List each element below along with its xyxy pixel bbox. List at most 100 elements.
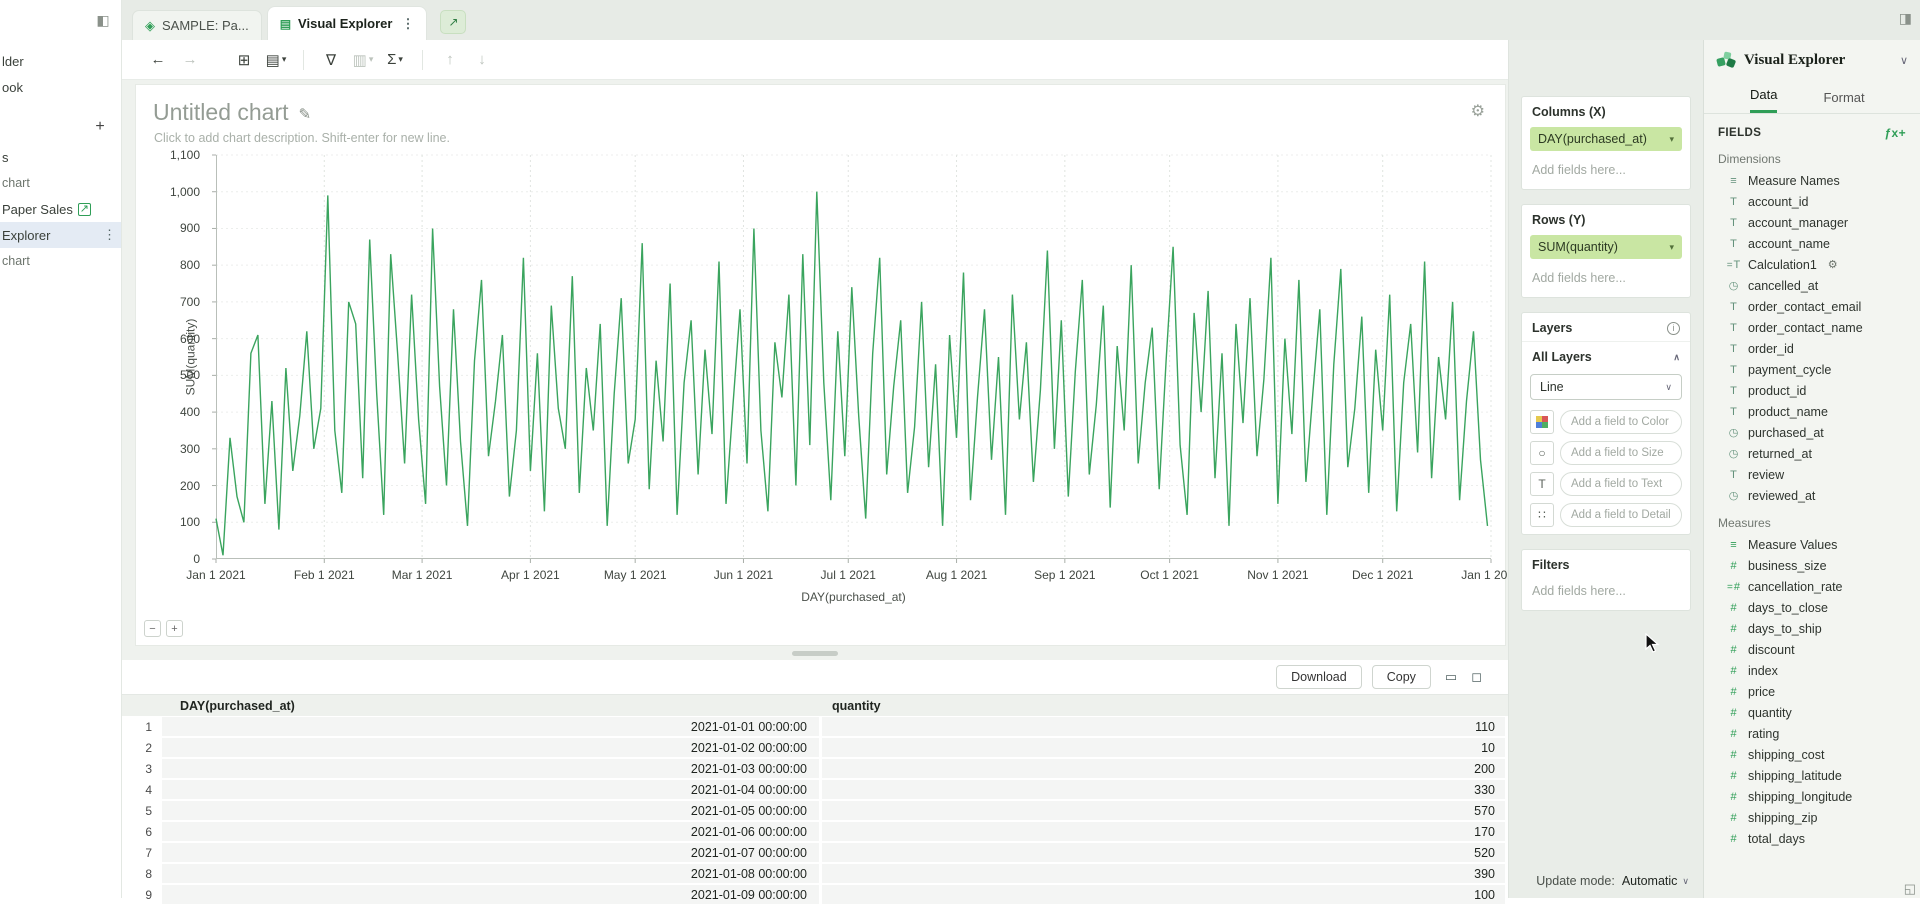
filter-button[interactable]: ∇ [317, 46, 345, 74]
shelf-color-input[interactable]: Add a field to Color [1560, 410, 1682, 434]
zoom-in-button[interactable]: + [166, 620, 183, 637]
field-item[interactable]: Taccount_name [1704, 233, 1920, 254]
table-row[interactable]: 42021-01-04 00:00:00330 [122, 779, 1508, 800]
table-row[interactable]: 92021-01-09 00:00:00100 [122, 884, 1508, 905]
cell-quantity[interactable]: 520 [822, 843, 1505, 862]
field-item[interactable]: Taccount_id [1704, 191, 1920, 212]
table-row[interactable]: 62021-01-06 00:00:00170 [122, 821, 1508, 842]
columns-add-fields[interactable]: Add fields here... [1522, 157, 1690, 189]
sidebar-item[interactable]: lder [0, 48, 121, 74]
tab-visual-explorer[interactable]: ▤ Visual Explorer ⋮ [268, 7, 427, 40]
kebab-icon[interactable]: ⋮ [401, 16, 414, 32]
column-header-quantity[interactable]: quantity [822, 699, 1508, 713]
download-button[interactable]: Download [1276, 665, 1362, 689]
field-item[interactable]: Taccount_manager [1704, 212, 1920, 233]
chevron-up-icon[interactable]: ∧ [1673, 352, 1680, 363]
back-button[interactable]: ← [144, 46, 172, 74]
tab-sample-paper-sales[interactable]: ◈ SAMPLE: Pa... [132, 10, 262, 40]
aggregate-button[interactable]: Σ ▾ [381, 46, 409, 74]
forward-button[interactable]: → [176, 46, 204, 74]
bottom-right-icon[interactable]: ◱ [1904, 881, 1916, 897]
field-item[interactable]: ≡Measure Names [1704, 170, 1920, 191]
table-row[interactable]: 52021-01-05 00:00:00570 [122, 800, 1508, 821]
field-item[interactable]: #days_to_ship [1704, 618, 1920, 639]
columns-pill[interactable]: DAY(purchased_at) ▾ [1530, 127, 1682, 151]
field-item[interactable]: ◷reviewed_at [1704, 485, 1920, 506]
table-row[interactable]: 72021-01-07 00:00:00520 [122, 842, 1508, 863]
cell-date[interactable]: 2021-01-03 00:00:00 [162, 759, 819, 778]
cell-quantity[interactable]: 200 [822, 759, 1505, 778]
cell-date[interactable]: 2021-01-02 00:00:00 [162, 738, 819, 757]
cell-quantity[interactable]: 100 [822, 885, 1505, 904]
field-item[interactable]: #shipping_latitude [1704, 765, 1920, 786]
filters-add-fields[interactable]: Add fields here... [1522, 578, 1690, 610]
cell-date[interactable]: 2021-01-01 00:00:00 [162, 717, 819, 736]
cell-quantity[interactable]: 570 [822, 801, 1505, 820]
collapse-sidebar-icon[interactable]: ◧ [93, 10, 113, 30]
collapse-right-panel-icon[interactable]: ◨ [1899, 10, 1912, 27]
shelf-detail-input[interactable]: Add a field to Detail [1560, 503, 1682, 527]
chart-description-placeholder[interactable]: Click to add chart description. Shift-en… [154, 131, 1505, 145]
update-mode-select[interactable]: Automatic ∨ [1622, 874, 1689, 888]
field-item[interactable]: ≡Measure Values [1704, 534, 1920, 555]
field-item[interactable]: #total_days [1704, 828, 1920, 849]
info-icon[interactable]: i [1667, 322, 1680, 335]
chart-settings-icon[interactable]: ⚙ [1471, 101, 1485, 121]
field-item[interactable]: Tpayment_cycle [1704, 359, 1920, 380]
field-item[interactable]: Torder_contact_email [1704, 296, 1920, 317]
chevron-down-icon[interactable]: ∨ [1900, 54, 1908, 67]
field-item[interactable]: =TCalculation1⚙ [1704, 254, 1920, 275]
chart-title[interactable]: Untitled chart [153, 99, 289, 126]
splitter-handle[interactable] [792, 651, 838, 656]
sidebar-item[interactable]: Explorer⋮ [0, 222, 121, 248]
gear-icon[interactable]: ⚙ [1828, 258, 1838, 271]
plot-area[interactable]: SUM(quantity) 01002003004005006007008009… [216, 155, 1491, 559]
edit-title-icon[interactable]: ✎ [299, 105, 312, 123]
expand-table-icon[interactable]: ◻ [1471, 669, 1482, 685]
collapse-table-icon[interactable]: ▭ [1445, 669, 1457, 685]
field-item[interactable]: ◷cancelled_at [1704, 275, 1920, 296]
field-item[interactable]: Treview [1704, 464, 1920, 485]
kebab-icon[interactable]: ⋮ [103, 227, 116, 243]
field-item[interactable]: #days_to_close [1704, 597, 1920, 618]
table-row[interactable]: 12021-01-01 00:00:00110 [122, 716, 1508, 737]
sidebar-item[interactable]: chart [0, 170, 121, 196]
field-item[interactable]: ◷returned_at [1704, 443, 1920, 464]
cell-quantity[interactable]: 10 [822, 738, 1505, 757]
cell-date[interactable]: 2021-01-07 00:00:00 [162, 843, 819, 862]
cell-date[interactable]: 2021-01-05 00:00:00 [162, 801, 819, 820]
field-item[interactable]: Tproduct_id [1704, 380, 1920, 401]
sort-descending-button[interactable]: ↓ [468, 46, 496, 74]
tab-data[interactable]: Data [1750, 87, 1777, 113]
sidebar-add-button[interactable]: + [91, 118, 109, 136]
cell-quantity[interactable]: 390 [822, 864, 1505, 883]
copy-button[interactable]: Copy [1372, 665, 1431, 689]
pages-button[interactable]: ⊞ [230, 46, 258, 74]
cell-quantity[interactable]: 330 [822, 780, 1505, 799]
cell-quantity[interactable]: 170 [822, 822, 1505, 841]
table-row[interactable]: 32021-01-03 00:00:00200 [122, 758, 1508, 779]
cell-quantity[interactable]: 110 [822, 717, 1505, 736]
rows-add-fields[interactable]: Add fields here... [1522, 265, 1690, 297]
cell-date[interactable]: 2021-01-06 00:00:00 [162, 822, 819, 841]
panel-splitter[interactable] [122, 646, 1508, 660]
field-item[interactable]: ◷purchased_at [1704, 422, 1920, 443]
add-formula-button[interactable]: ƒx+ [1884, 126, 1906, 140]
table-row[interactable]: 82021-01-08 00:00:00390 [122, 863, 1508, 884]
sidebar-item[interactable]: Paper Sales↗ [0, 196, 121, 222]
mark-type-select[interactable]: Line ∨ [1530, 374, 1682, 400]
cell-date[interactable]: 2021-01-04 00:00:00 [162, 780, 819, 799]
table-row[interactable]: 22021-01-02 00:00:0010 [122, 737, 1508, 758]
column-header-date[interactable]: DAY(purchased_at) [162, 699, 822, 713]
tab-format[interactable]: Format [1823, 90, 1864, 113]
chart-type-button[interactable]: ▤ ▾ [262, 46, 290, 74]
cell-date[interactable]: 2021-01-09 00:00:00 [162, 885, 819, 904]
bars-button[interactable]: ▥ ▾ [349, 46, 377, 74]
line-chart-svg[interactable] [216, 155, 1491, 559]
field-item[interactable]: #shipping_longitude [1704, 786, 1920, 807]
field-item[interactable]: #rating [1704, 723, 1920, 744]
shelf-size-input[interactable]: Add a field to Size [1560, 441, 1682, 465]
field-item[interactable]: Torder_contact_name [1704, 317, 1920, 338]
field-item[interactable]: Torder_id [1704, 338, 1920, 359]
sidebar-item[interactable]: ook [0, 74, 121, 100]
